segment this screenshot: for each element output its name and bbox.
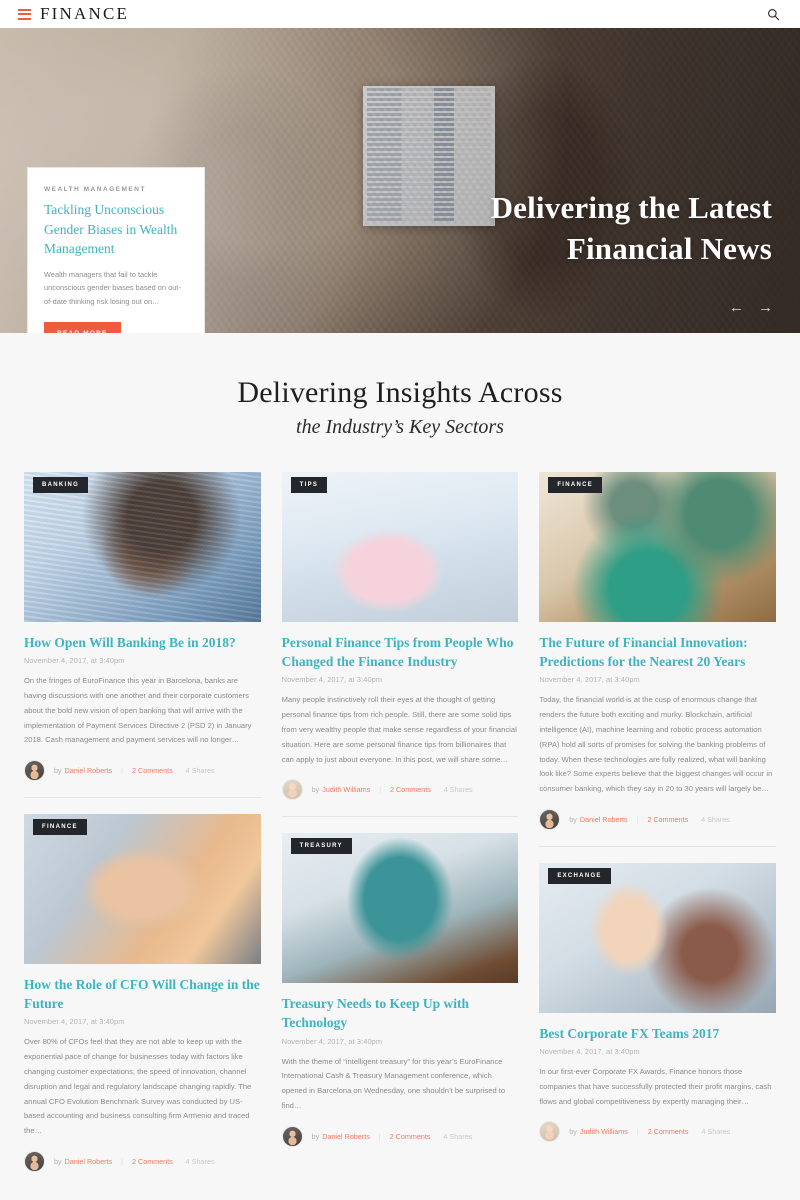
- article-meta: by Judith Williams | 2 Comments 4 Shares: [539, 1121, 776, 1143]
- article-card: EXCHANGE Best Corporate FX Teams 2017 No…: [539, 862, 776, 1159]
- article-category-badge[interactable]: FINANCE: [33, 819, 87, 836]
- slider-next-arrow-icon[interactable]: →: [758, 300, 773, 315]
- meta-divider: |: [636, 814, 639, 824]
- article-excerpt: Over 80% of CFOs feel that they are not …: [24, 1037, 252, 1136]
- article-meta: by Daniel Roberts | 2 Comments 4 Shares: [24, 1151, 261, 1173]
- article-excerpt: Today, the financial world is at the cus…: [539, 695, 773, 794]
- meta-divider: |: [636, 1127, 639, 1137]
- article-author[interactable]: Daniel Roberts: [65, 766, 113, 775]
- meta-divider: |: [121, 1157, 124, 1167]
- avatar: [539, 1121, 561, 1143]
- article-title[interactable]: The Future of Financial Innovation: Pred…: [539, 633, 776, 671]
- featured-category-label[interactable]: WEALTH MANAGEMENT: [44, 186, 188, 193]
- article-author[interactable]: Daniel Roberts: [580, 815, 628, 824]
- featured-article-title[interactable]: Tackling Unconscious Gender Biases in We…: [44, 200, 188, 259]
- by-label: by: [54, 1157, 62, 1167]
- article-thumbnail[interactable]: FINANCE: [24, 814, 261, 965]
- site-logo[interactable]: FINANCE: [40, 4, 129, 24]
- article-shares: 4 Shares: [701, 1127, 731, 1137]
- article-card: BANKING How Open Will Banking Be in 2018…: [24, 472, 261, 799]
- article-shares: 4 Shares: [185, 766, 215, 776]
- hero-featured-card: WEALTH MANAGEMENT Tackling Unconscious G…: [27, 167, 205, 333]
- section-title: Delivering Insights Across: [237, 376, 563, 409]
- meta-divider: |: [379, 785, 382, 795]
- article-comments[interactable]: 2 Comments: [390, 1132, 431, 1141]
- article-category-badge[interactable]: TIPS: [290, 477, 328, 493]
- article-meta: by Judith Williams | 2 Comments 4 Shares: [281, 779, 519, 801]
- article-grid: BANKING How Open Will Banking Be in 2018…: [24, 472, 776, 1188]
- site-header: FINANCE: [0, 0, 800, 28]
- article-meta: by Daniel Roberts | 2 Comments 4 Shares: [281, 1125, 519, 1147]
- by-label: by: [311, 1131, 320, 1141]
- article-date: November 4, 2017, at 3:40pm: [539, 675, 640, 685]
- avatar: [281, 1125, 303, 1147]
- article-date: November 4, 2017, at 3:40pm: [24, 1017, 125, 1027]
- article-meta: by Daniel Roberts | 2 Comments 4 Shares: [24, 760, 261, 782]
- article-comments[interactable]: 2 Comments: [390, 785, 431, 794]
- hero-title: Delivering the Latest Financial News: [352, 188, 772, 270]
- hero-title-line-2: Financial News: [566, 230, 772, 266]
- article-excerpt: In our first-ever Corporate FX Awards, F…: [539, 1067, 772, 1106]
- article-author[interactable]: Daniel Roberts: [65, 1157, 113, 1166]
- article-date: November 4, 2017, at 3:40pm: [281, 675, 383, 685]
- article-comments[interactable]: 2 Comments: [647, 815, 688, 824]
- by-label: by: [311, 785, 320, 795]
- article-card: TREASURY Treasury Needs to Keep Up with …: [281, 833, 519, 1163]
- section-heading: Delivering Insights Across the Industry’…: [0, 375, 800, 439]
- article-author[interactable]: Judith Williams: [322, 785, 370, 794]
- hero-slider-controls: ← →: [729, 300, 773, 315]
- hero-slider: Delivering the Latest Financial News ← →…: [0, 28, 800, 333]
- article-meta: by Daniel Roberts | 2 Comments 4 Shares: [539, 808, 776, 830]
- article-date: November 4, 2017, at 3:40pm: [24, 656, 125, 666]
- avatar: [539, 808, 561, 830]
- article-title[interactable]: Best Corporate FX Teams 2017: [539, 1024, 776, 1043]
- slider-prev-arrow-icon[interactable]: ←: [729, 300, 744, 315]
- article-card: FINANCE How the Role of CFO Will Change …: [24, 814, 261, 1188]
- meta-divider: |: [378, 1131, 381, 1141]
- article-comments[interactable]: 2 Comments: [648, 1127, 689, 1136]
- article-thumbnail[interactable]: TIPS: [281, 472, 519, 622]
- article-shares: 4 Shares: [443, 785, 473, 795]
- article-card: FINANCE The Future of Financial Innovati…: [539, 472, 776, 847]
- article-author[interactable]: Judith Williams: [580, 1127, 628, 1136]
- article-shares: 4 Shares: [443, 1131, 473, 1141]
- by-label: by: [569, 814, 577, 824]
- featured-article-excerpt: Wealth managers that fail to tackle unco…: [44, 269, 181, 307]
- avatar: [24, 760, 45, 782]
- article-title[interactable]: How Open Will Banking Be in 2018?: [24, 633, 261, 652]
- article-comments[interactable]: 2 Comments: [132, 766, 173, 775]
- article-thumbnail[interactable]: BANKING: [24, 472, 261, 622]
- article-excerpt: With the theme of “intelligent treasury”…: [281, 1056, 506, 1110]
- article-comments[interactable]: 2 Comments: [132, 1157, 173, 1166]
- meta-divider: |: [121, 766, 124, 776]
- article-author[interactable]: Daniel Roberts: [322, 1132, 370, 1141]
- avatar: [281, 779, 303, 801]
- by-label: by: [569, 1127, 577, 1137]
- avatar: [24, 1151, 45, 1173]
- article-title[interactable]: Personal Finance Tips from People Who Ch…: [282, 633, 519, 671]
- article-date: November 4, 2017, at 3:40pm: [281, 1036, 383, 1046]
- article-thumbnail[interactable]: EXCHANGE: [539, 862, 776, 1013]
- article-card: TIPS Personal Finance Tips from People W…: [281, 472, 519, 818]
- article-shares: 4 Shares: [185, 1157, 215, 1167]
- hamburger-menu-icon[interactable]: [18, 8, 31, 20]
- article-thumbnail[interactable]: FINANCE: [539, 472, 776, 622]
- article-title[interactable]: How the Role of CFO Will Change in the F…: [24, 975, 261, 1013]
- article-date: November 4, 2017, at 3:40pm: [539, 1047, 640, 1057]
- article-excerpt: On the fringes of EuroFinance this year …: [24, 676, 252, 745]
- read-more-button[interactable]: READ MORE: [44, 321, 121, 333]
- article-excerpt: Many people instinctively roll their eye…: [281, 695, 517, 764]
- article-category-badge[interactable]: FINANCE: [548, 477, 603, 493]
- section-subtitle: the Industry’s Key Sectors: [296, 416, 504, 438]
- article-shares: 4 Shares: [701, 814, 730, 824]
- article-title[interactable]: Treasury Needs to Keep Up with Technolog…: [282, 994, 519, 1032]
- article-thumbnail[interactable]: TREASURY: [281, 833, 519, 984]
- article-category-badge[interactable]: EXCHANGE: [548, 867, 611, 884]
- article-category-badge[interactable]: BANKING: [33, 477, 89, 493]
- hero-title-line-1: Delivering the Latest: [490, 190, 772, 225]
- by-label: by: [54, 766, 62, 776]
- article-category-badge[interactable]: TREASURY: [290, 838, 352, 855]
- insights-section: Delivering Insights Across the Industry’…: [0, 333, 800, 1200]
- search-icon[interactable]: [764, 5, 782, 23]
